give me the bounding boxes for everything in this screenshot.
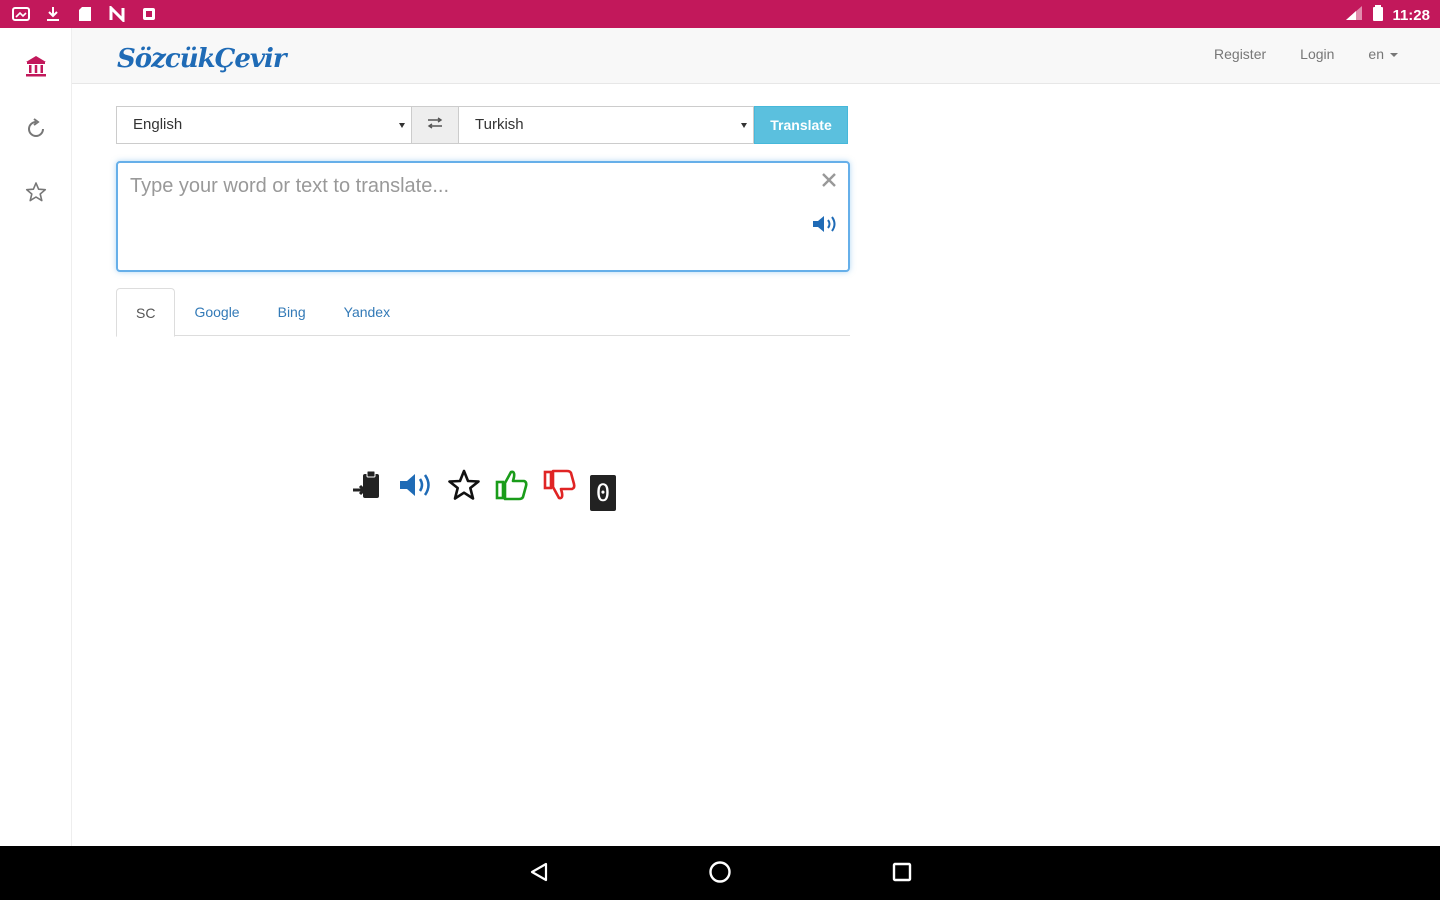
register-link[interactable]: Register — [1214, 46, 1266, 62]
thumbs-up-icon — [494, 468, 530, 507]
tab-google[interactable]: Google — [175, 288, 258, 336]
clock: 11:28 — [1392, 6, 1430, 24]
nfc-icon — [108, 5, 126, 23]
notification-icons — [12, 5, 158, 23]
android-navigation-bar — [0, 846, 1440, 900]
dropdown-arrow-icon — [741, 123, 747, 128]
close-icon — [821, 172, 837, 193]
star-icon — [447, 468, 481, 507]
like-button[interactable] — [494, 469, 530, 505]
source-language-select[interactable]: English — [116, 106, 412, 144]
translate-button[interactable]: Translate — [754, 106, 848, 144]
target-language-value: Turkish — [475, 116, 524, 133]
sd-card-icon — [76, 5, 94, 23]
dislike-button[interactable] — [542, 469, 578, 505]
source-language-value: English — [133, 116, 183, 133]
system-status: 11:28 — [1344, 4, 1430, 26]
caret-down-icon — [1390, 53, 1398, 58]
listen-result-button[interactable] — [398, 469, 434, 505]
photo-notification-icon — [12, 5, 30, 23]
translation-input-box — [116, 161, 850, 272]
speaker-icon — [398, 471, 434, 504]
sidebar — [0, 28, 72, 846]
sidebar-item-history[interactable] — [22, 117, 50, 145]
paste-icon — [351, 468, 385, 507]
thumbs-down-icon — [542, 468, 578, 507]
dropdown-arrow-icon — [399, 123, 405, 128]
nav-links: Register Login en — [1214, 46, 1398, 62]
home-circle-icon — [708, 860, 732, 889]
sidebar-item-home[interactable] — [22, 54, 50, 82]
back-button[interactable] — [526, 861, 552, 887]
translation-provider-tabs: SC Google Bing Yandex — [116, 288, 850, 337]
result-actions: 0 — [350, 463, 616, 511]
paste-button[interactable] — [350, 469, 386, 505]
back-triangle-icon — [528, 861, 550, 888]
star-icon — [25, 181, 47, 208]
favorite-button[interactable] — [446, 469, 482, 505]
top-navbar: SözcükÇevir Register Login en — [72, 28, 1440, 84]
target-language-select[interactable]: Turkish — [458, 106, 754, 144]
recents-button[interactable] — [889, 861, 915, 887]
institution-icon — [24, 54, 48, 83]
tab-yandex[interactable]: Yandex — [325, 288, 409, 336]
clear-input-button[interactable] — [818, 171, 840, 193]
brand-logo[interactable]: SözcükÇevir — [117, 44, 287, 74]
history-icon — [25, 117, 47, 145]
tab-bing[interactable]: Bing — [259, 288, 325, 336]
login-link[interactable]: Login — [1300, 46, 1334, 62]
language-label: en — [1368, 46, 1384, 62]
swap-icon — [427, 116, 443, 134]
translation-input[interactable] — [130, 175, 800, 255]
speaker-icon — [811, 214, 839, 239]
battery-icon — [1372, 4, 1384, 26]
speak-input-button[interactable] — [810, 215, 840, 237]
language-selector-row: English Turkish Translate — [116, 106, 848, 144]
status-bar: 11:28 — [0, 0, 1440, 28]
vote-count: 0 — [590, 475, 616, 511]
app-notification-icon — [140, 5, 158, 23]
swap-languages-button[interactable] — [412, 106, 458, 144]
tab-sc[interactable]: SC — [116, 288, 176, 337]
language-dropdown[interactable]: en — [1368, 46, 1398, 62]
recents-square-icon — [891, 861, 913, 888]
download-icon — [44, 5, 62, 23]
sidebar-item-favorites[interactable] — [22, 180, 50, 208]
signal-icon — [1344, 4, 1364, 26]
home-button[interactable] — [707, 860, 733, 889]
